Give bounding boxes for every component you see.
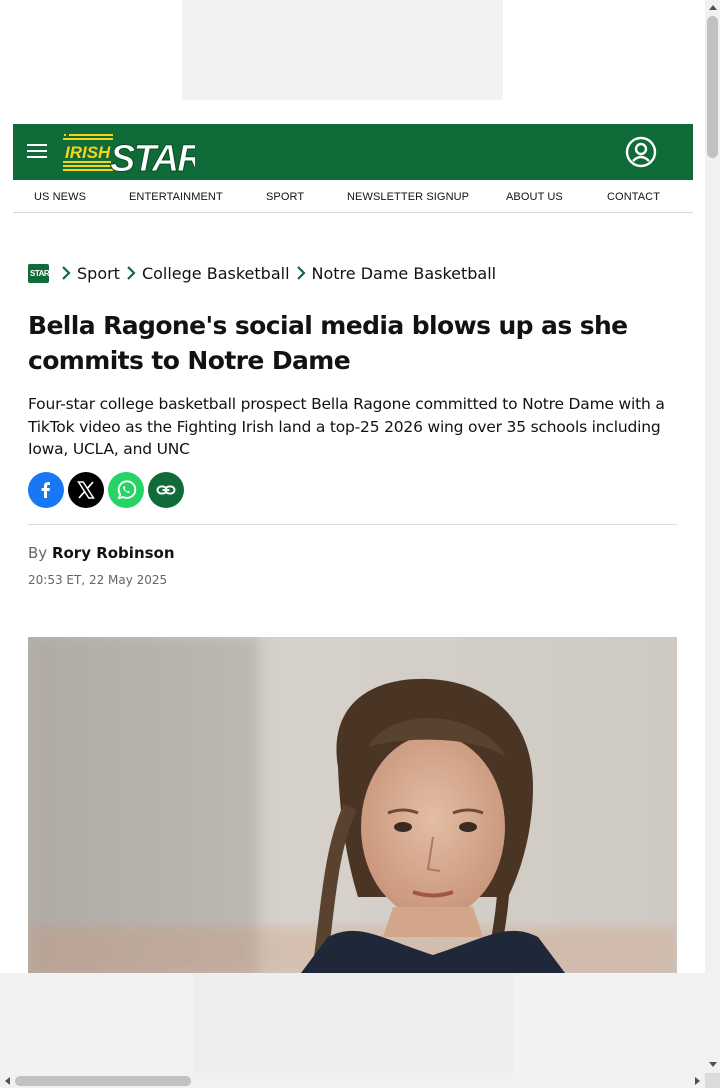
breadcrumb: STAR Sport College Basketball Notre Dame… — [28, 262, 496, 284]
horizontal-scroll-thumb[interactable] — [15, 1076, 191, 1086]
link-icon — [156, 485, 176, 495]
svg-text:STAR: STAR — [110, 138, 195, 174]
hamburger-icon[interactable] — [27, 144, 47, 160]
facebook-share-button[interactable] — [28, 472, 64, 508]
scroll-right-arrow-icon[interactable] — [695, 1077, 700, 1085]
nav-item-us-news[interactable]: US NEWS — [34, 180, 86, 214]
chevron-right-icon — [127, 266, 136, 280]
article-headline: Bella Ragone's social media blows up as … — [28, 311, 628, 375]
hero-image — [28, 637, 677, 977]
x-share-button[interactable] — [68, 472, 104, 508]
irish-star-logo: IRISH STAR — [63, 133, 208, 181]
nav-item-newsletter-signup[interactable]: NEWSLETTER SIGNUP — [347, 180, 469, 214]
nav-item-about-us[interactable]: ABOUT US — [506, 180, 563, 214]
svg-text:IRISH: IRISH — [65, 143, 111, 162]
whatsapp-share-button[interactable] — [108, 472, 144, 508]
scrollbar-corner — [705, 1073, 720, 1088]
site-logo[interactable]: IRISH STAR — [61, 130, 208, 181]
byline: By Rory Robinson — [28, 544, 175, 562]
scroll-down-arrow-icon[interactable] — [709, 1062, 717, 1067]
bottom-advertisement[interactable] — [0, 973, 705, 1073]
author-link[interactable]: Rory Robinson — [52, 544, 175, 562]
scroll-up-arrow-icon[interactable] — [709, 5, 717, 10]
facebook-icon — [41, 482, 50, 498]
breadcrumb-item-sport[interactable]: Sport — [77, 264, 120, 283]
vertical-scroll-thumb[interactable] — [707, 16, 718, 158]
scroll-left-arrow-icon[interactable] — [5, 1077, 10, 1085]
user-circle-icon[interactable] — [625, 136, 657, 168]
page-viewport: IRISH STAR US NEWS ENTERTAINMENT SPORT N… — [0, 0, 705, 1073]
chevron-right-icon — [62, 266, 71, 280]
breadcrumb-home-icon[interactable]: STAR — [28, 263, 50, 283]
copy-link-button[interactable] — [148, 472, 184, 508]
publish-date: 20:53 ET, 22 May 2025 — [28, 573, 168, 587]
divider — [28, 524, 677, 525]
nav-item-sport[interactable]: SPORT — [266, 180, 304, 214]
top-advertisement[interactable] — [182, 0, 503, 100]
x-icon — [77, 481, 95, 499]
share-buttons — [28, 472, 184, 508]
chevron-right-icon — [296, 266, 306, 280]
whatsapp-icon — [117, 480, 137, 500]
nav-item-entertainment[interactable]: ENTERTAINMENT — [129, 180, 223, 214]
bottom-ad-slot[interactable] — [193, 973, 513, 1073]
breadcrumb-item-college-basketball[interactable]: College Basketball — [142, 264, 290, 283]
article-standfirst: Four-star college basketball prospect Be… — [28, 395, 665, 458]
breadcrumb-item-notre-dame-basketball[interactable]: Notre Dame Basketball — [312, 264, 497, 283]
primary-nav: US NEWS ENTERTAINMENT SPORT NEWSLETTER S… — [13, 180, 693, 213]
vertical-scrollbar[interactable] — [705, 0, 720, 1073]
masthead: IRISH STAR — [13, 124, 693, 181]
horizontal-scrollbar[interactable] — [0, 1073, 705, 1088]
nav-item-contact[interactable]: CONTACT — [607, 180, 660, 214]
